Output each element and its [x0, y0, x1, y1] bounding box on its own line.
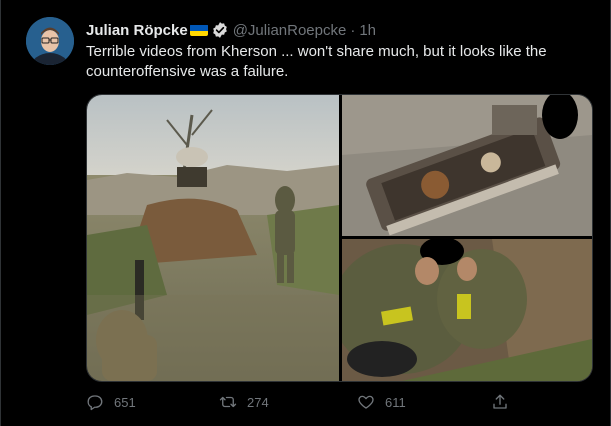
avatar-photo	[26, 17, 74, 65]
media-photo-2[interactable]	[342, 95, 592, 236]
verified-badge-icon	[211, 21, 229, 39]
share-icon	[493, 394, 507, 409]
reply-button[interactable]: 651	[86, 392, 136, 412]
tweet-actions: 651 274 611	[86, 392, 591, 412]
author-handle[interactable]: @JulianRoepcke	[233, 22, 347, 39]
tweet-text: Terrible videos from Kherson ... won't s…	[86, 43, 547, 80]
like-button[interactable]: 611	[357, 392, 406, 412]
tweet-card[interactable]: Julian Röpcke @JulianRoepcke · 1h Terrib…	[0, 0, 611, 426]
retweet-count: 274	[247, 394, 269, 410]
header-separator: ·	[350, 21, 356, 39]
retweet-button[interactable]: 274	[219, 392, 269, 412]
like-count: 611	[385, 394, 406, 410]
tweet-header: Julian Röpcke @JulianRoepcke · 1h	[86, 20, 376, 40]
tweet-media-grid	[86, 94, 593, 382]
media-photo-1[interactable]	[87, 95, 339, 381]
retweet-icon	[219, 396, 237, 408]
tweet-timestamp[interactable]: 1h	[359, 22, 376, 39]
reply-count: 651	[114, 394, 136, 410]
ukraine-flag-icon	[189, 24, 208, 36]
share-button[interactable]	[491, 392, 509, 412]
author-name[interactable]: Julian Röpcke	[86, 22, 188, 39]
author-avatar[interactable]	[26, 17, 74, 65]
reply-icon	[87, 395, 103, 411]
media-photo-3[interactable]	[342, 239, 592, 381]
heart-icon	[358, 395, 374, 409]
